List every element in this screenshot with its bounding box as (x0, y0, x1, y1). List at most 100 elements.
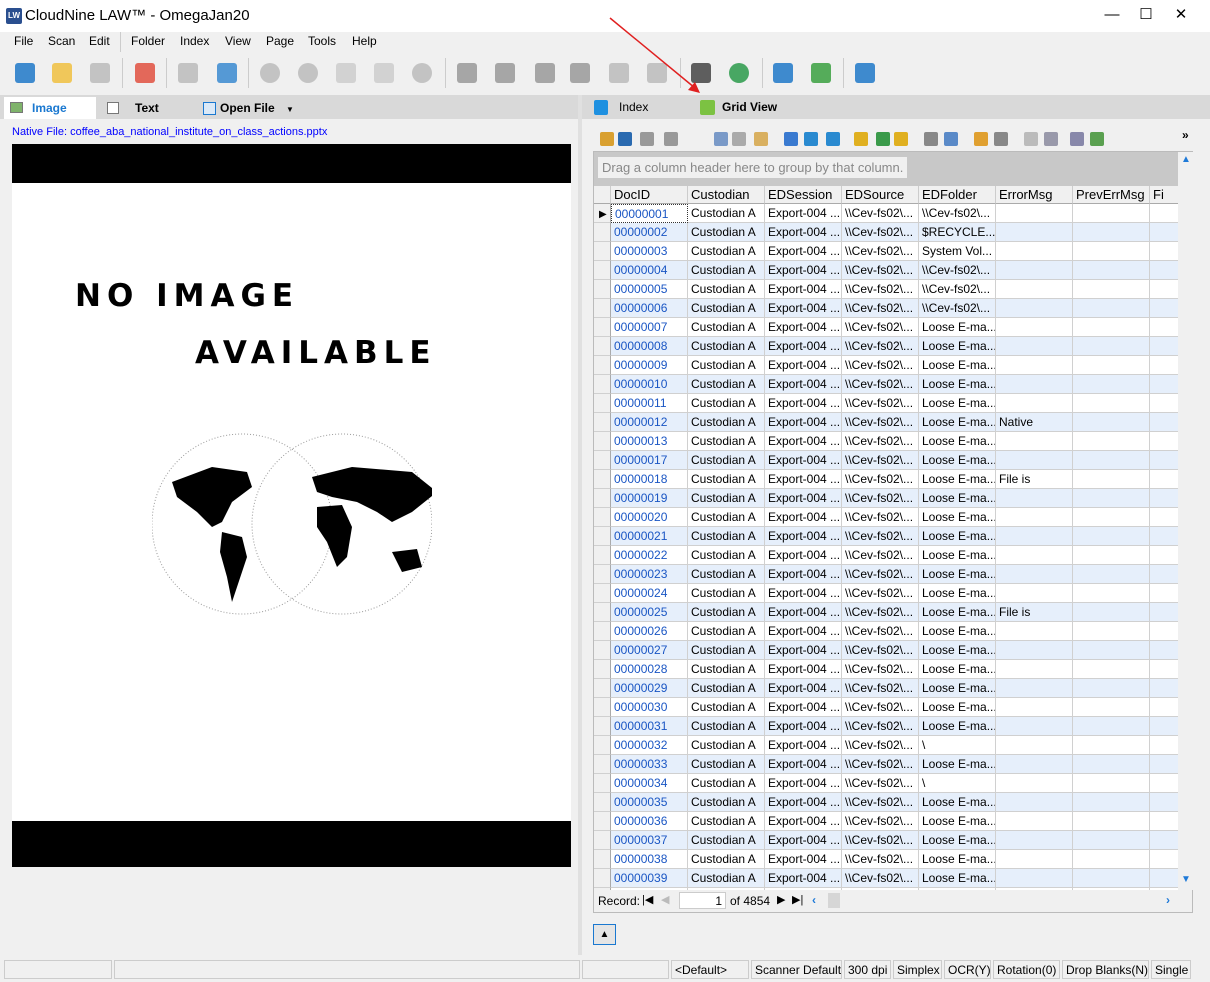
menu-edit[interactable]: Edit (89, 34, 110, 48)
menu-page[interactable]: Page (266, 34, 294, 48)
table-row[interactable]: 00000006 Custodian A Export-004 ... \\Cev-f… (594, 299, 1178, 318)
cell-edfolder[interactable]: \\Cev-fs02\... (919, 261, 996, 280)
cell-fi[interactable] (1150, 508, 1178, 527)
cell-edsource[interactable]: \\Cev-fs02\... (842, 242, 919, 261)
cell-custodian[interactable]: Custodian A (688, 850, 765, 869)
cell-docid[interactable]: 00000027 (611, 641, 688, 660)
table-row[interactable]: 00000021 Custodian A Export-004 ... \\Cev-f… (594, 527, 1178, 546)
cell-edfolder[interactable]: Loose E-ma... (919, 356, 996, 375)
cell-edfolder[interactable]: Loose E-ma... (919, 603, 996, 622)
cell-fi[interactable] (1150, 413, 1178, 432)
cell-custodian[interactable]: Custodian A (688, 394, 765, 413)
table-row[interactable]: 00000028 Custodian A Export-004 ... \\Cev-f… (594, 660, 1178, 679)
cell-custodian[interactable]: Custodian A (688, 679, 765, 698)
cell-preverrmsg[interactable] (1073, 470, 1150, 489)
cell-fi[interactable] (1150, 793, 1178, 812)
first-record-button[interactable]: |◀ (642, 893, 653, 906)
next-page-icon[interactable] (530, 58, 560, 88)
cell-fi[interactable] (1150, 565, 1178, 584)
table-row[interactable]: 00000039 Custodian A Export-004 ... \\Cev-f… (594, 869, 1178, 888)
table-row[interactable]: 00000034 Custodian A Export-004 ... \\Cev-f… (594, 774, 1178, 793)
cell-custodian[interactable]: Custodian A (688, 622, 765, 641)
erase-icon[interactable] (1024, 132, 1038, 146)
table-row[interactable]: 00000007 Custodian A Export-004 ... \\Cev-f… (594, 318, 1178, 337)
cell-errormsg[interactable] (996, 660, 1073, 679)
table-row[interactable]: 00000025 Custodian A Export-004 ... \\Cev-f… (594, 603, 1178, 622)
settings-icon[interactable] (1044, 132, 1058, 146)
cell-preverrmsg[interactable] (1073, 660, 1150, 679)
edit-icon[interactable] (854, 132, 868, 146)
row-indicator[interactable] (594, 299, 611, 318)
column-header-fi[interactable]: Fi (1150, 186, 1180, 204)
row-indicator[interactable] (594, 698, 611, 717)
tab-grid-view[interactable]: Grid View (697, 96, 797, 118)
cell-docid[interactable]: 00000001 (611, 204, 688, 223)
paste-icon[interactable] (754, 132, 768, 146)
cell-custodian[interactable]: Custodian A (688, 812, 765, 831)
table-row[interactable]: 00000031 Custodian A Export-004 ... \\Cev-f… (594, 717, 1178, 736)
expand-panel-button[interactable]: ▲ (593, 924, 616, 945)
cell-edsession[interactable]: Export-004 ... (765, 261, 842, 280)
table-row[interactable]: 00000022 Custodian A Export-004 ... \\Cev-f… (594, 546, 1178, 565)
cell-edsession[interactable]: Export-004 ... (765, 375, 842, 394)
next-record-button[interactable]: ▶ (777, 893, 785, 906)
cell-custodian[interactable]: Custodian A (688, 793, 765, 812)
cell-custodian[interactable]: Custodian A (688, 584, 765, 603)
cell-edfolder[interactable]: Loose E-ma... (919, 337, 996, 356)
cell-preverrmsg[interactable] (1073, 204, 1150, 223)
cell-edfolder[interactable]: System Vol... (919, 242, 996, 261)
scroll-right-icon[interactable]: › (1166, 893, 1170, 907)
cell-docid[interactable]: 00000022 (611, 546, 688, 565)
cell-fi[interactable] (1150, 299, 1178, 318)
cell-custodian[interactable]: Custodian A (688, 698, 765, 717)
table-row[interactable]: 00000037 Custodian A Export-004 ... \\Cev-f… (594, 831, 1178, 850)
cell-fi[interactable] (1150, 812, 1178, 831)
table-row[interactable]: 00000004 Custodian A Export-004 ... \\Cev-f… (594, 261, 1178, 280)
cell-preverrmsg[interactable] (1073, 679, 1150, 698)
cell-edsession[interactable]: Export-004 ... (765, 223, 842, 242)
cell-preverrmsg[interactable] (1073, 432, 1150, 451)
cell-preverrmsg[interactable] (1073, 489, 1150, 508)
cell-fi[interactable] (1150, 755, 1178, 774)
cell-custodian[interactable]: Custodian A (688, 413, 765, 432)
cell-edsource[interactable]: \\Cev-fs02\... (842, 394, 919, 413)
cell-errormsg[interactable] (996, 793, 1073, 812)
cell-custodian[interactable]: Custodian A (688, 356, 765, 375)
cell-fi[interactable] (1150, 432, 1178, 451)
cell-preverrmsg[interactable] (1073, 375, 1150, 394)
cell-errormsg[interactable] (996, 432, 1073, 451)
cell-docid[interactable]: 00000024 (611, 584, 688, 603)
cell-fi[interactable] (1150, 546, 1178, 565)
cell-custodian[interactable]: Custodian A (688, 299, 765, 318)
cell-errormsg[interactable]: File is (996, 470, 1073, 489)
cell-edfolder[interactable]: Loose E-ma... (919, 850, 996, 869)
previous-record-button[interactable]: ◀ (661, 893, 669, 906)
cell-custodian[interactable]: Custodian A (688, 261, 765, 280)
table-row[interactable]: 00000020 Custodian A Export-004 ... \\Cev-f… (594, 508, 1178, 527)
cell-fi[interactable] (1150, 717, 1178, 736)
cell-preverrmsg[interactable] (1073, 622, 1150, 641)
cell-edsession[interactable]: Export-004 ... (765, 850, 842, 869)
cell-docid[interactable]: 00000005 (611, 280, 688, 299)
cell-preverrmsg[interactable] (1073, 698, 1150, 717)
cell-docid[interactable]: 00000038 (611, 850, 688, 869)
column-header-edfolder[interactable]: EDFolder (919, 186, 996, 204)
cell-errormsg[interactable] (996, 755, 1073, 774)
cell-edsource[interactable]: \\Cev-fs02\... (842, 869, 919, 888)
cell-edsource[interactable]: \\Cev-fs02\... (842, 679, 919, 698)
cell-errormsg[interactable] (996, 261, 1073, 280)
cell-custodian[interactable]: Custodian A (688, 660, 765, 679)
cell-errormsg[interactable] (996, 242, 1073, 261)
row-indicator[interactable] (594, 432, 611, 451)
export-icon[interactable] (806, 58, 836, 88)
last-page-icon[interactable] (565, 58, 595, 88)
menu-folder[interactable]: Folder (131, 34, 165, 48)
table-row[interactable]: 00000011 Custodian A Export-004 ... \\Cev-f… (594, 394, 1178, 413)
cell-custodian[interactable]: Custodian A (688, 603, 765, 622)
cell-docid[interactable]: 00000033 (611, 755, 688, 774)
cell-fi[interactable] (1150, 679, 1178, 698)
cell-edsource[interactable]: \\Cev-fs02\... (842, 356, 919, 375)
cell-preverrmsg[interactable] (1073, 451, 1150, 470)
cell-fi[interactable] (1150, 337, 1178, 356)
scroll-up-icon[interactable]: ▲ (1178, 154, 1194, 165)
